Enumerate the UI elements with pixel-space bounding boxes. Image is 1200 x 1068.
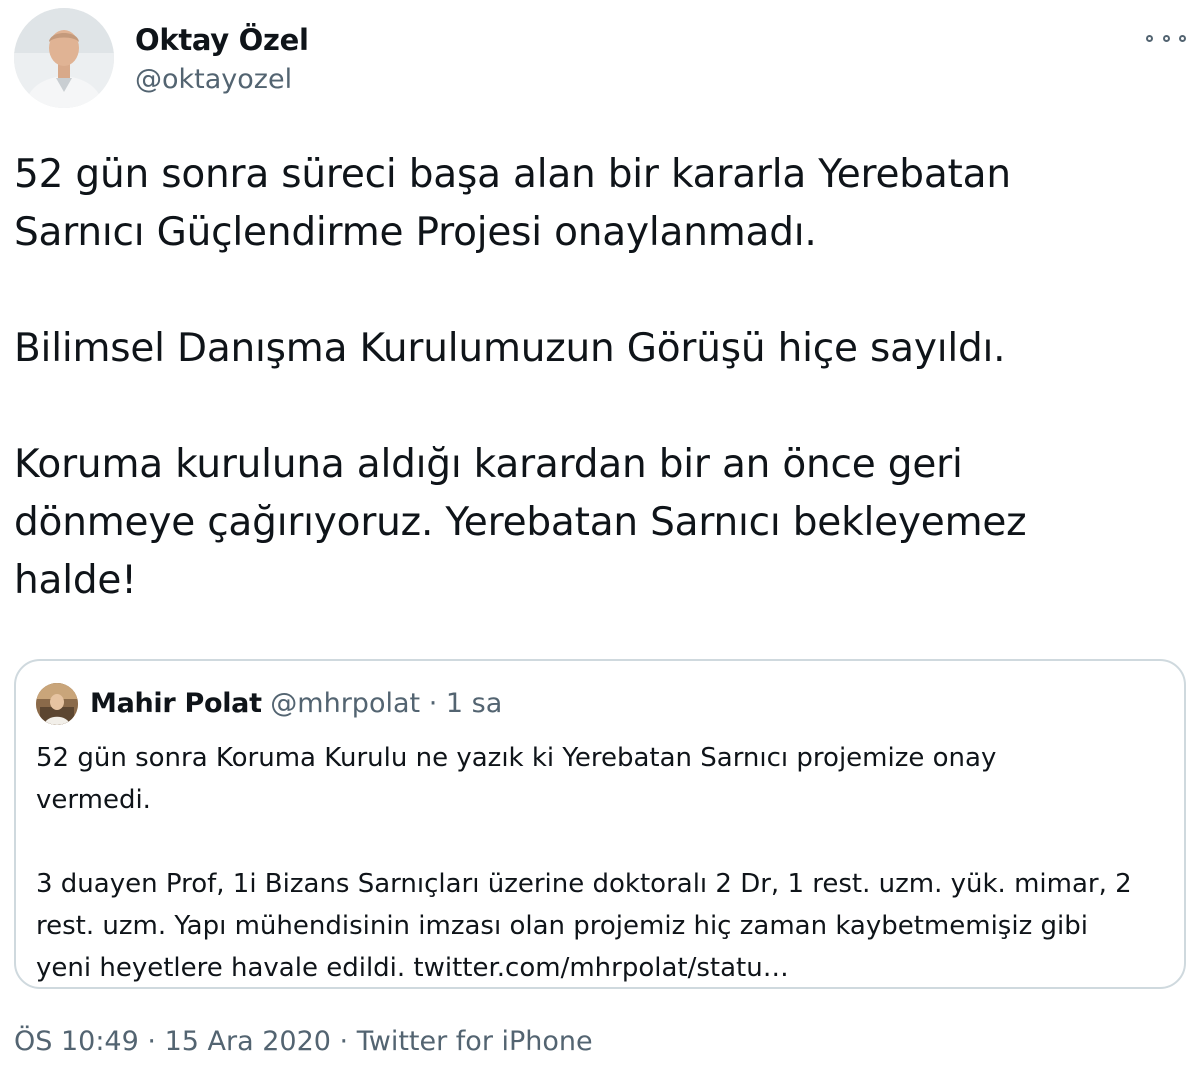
author-handle[interactable]: @oktayozel xyxy=(135,62,309,98)
quoted-tweet[interactable]: Mahir Polat @mhrpolat · 1 sa 52 gün sonr… xyxy=(14,659,1186,989)
quoted-author-display-name[interactable]: Mahir Polat xyxy=(90,688,262,719)
tweet-text: 52 gün sonra süreci başa alan bir kararl… xyxy=(14,152,1027,603)
author-info: Oktay Özel @oktayozel xyxy=(135,22,309,98)
tweet-time[interactable]: ÖS 10:49 xyxy=(14,1026,139,1057)
tweet-header: Oktay Özel @oktayozel xyxy=(14,8,1186,110)
avatar-image xyxy=(14,8,114,108)
quoted-author-avatar xyxy=(36,683,78,725)
separator-dot: · xyxy=(147,1026,156,1057)
tweet: Oktay Özel @oktayozel 52 gün sonra sürec… xyxy=(0,0,1200,1068)
quoted-tweet-text: 52 gün sonra Koruma Kurulu ne yazık ki Y… xyxy=(36,743,1132,983)
quoted-avatar-image xyxy=(36,683,78,725)
quoted-tweet-meta: Mahir Polat @mhrpolat · 1 sa xyxy=(90,685,502,723)
separator-dot: · xyxy=(428,688,438,719)
tweet-source[interactable]: Twitter for iPhone xyxy=(357,1026,593,1057)
more-options-icon[interactable] xyxy=(1146,26,1186,50)
separator-dot: · xyxy=(339,1026,349,1057)
tweet-footer: ÖS 10:49 · 15 Ara 2020 · Twitter for iPh… xyxy=(14,1022,593,1062)
more-dot xyxy=(1179,34,1186,42)
quoted-tweet-time[interactable]: 1 sa xyxy=(446,688,502,719)
more-dot xyxy=(1146,34,1153,42)
tweet-date[interactable]: 15 Ara 2020 xyxy=(165,1026,331,1057)
more-dot xyxy=(1162,34,1170,42)
author-avatar[interactable] xyxy=(14,8,114,108)
quoted-author-handle[interactable]: @mhrpolat xyxy=(270,688,420,719)
author-display-name[interactable]: Oktay Özel xyxy=(135,22,309,58)
